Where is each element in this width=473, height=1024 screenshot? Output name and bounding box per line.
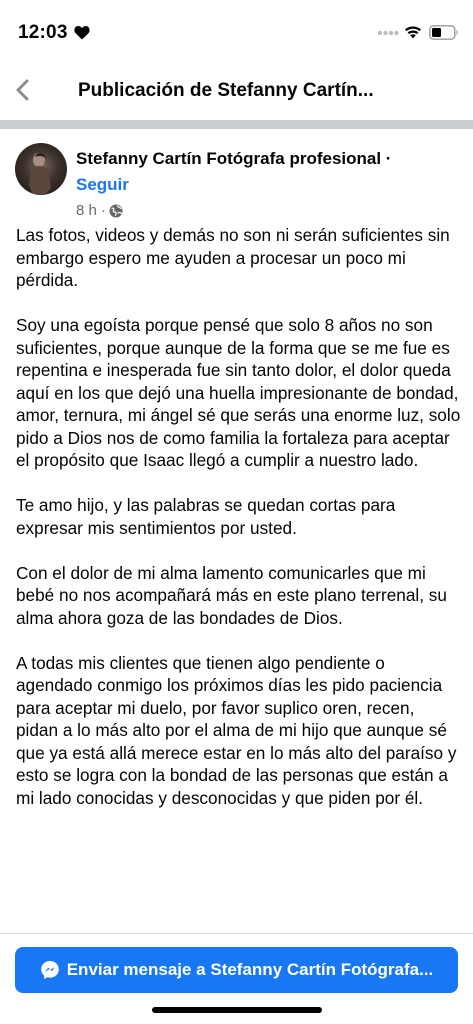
avatar[interactable] [15, 143, 67, 195]
bottom-divider [0, 933, 473, 934]
post-meta: 8 h · [76, 202, 123, 219]
follow-button[interactable]: Seguir [76, 175, 129, 195]
heart-icon [74, 25, 90, 40]
page-title: Publicación de Stefanny Cartín... [78, 80, 374, 101]
messenger-icon [40, 961, 59, 979]
bottom-action-area: Enviar mensaje a Stefanny Cartín Fotógra… [0, 933, 473, 1024]
globe-icon [109, 204, 123, 217]
back-button[interactable] [10, 74, 36, 106]
post-paragraph: Con el dolor de mi alma lamento comunica… [16, 562, 447, 628]
send-message-label: Enviar mensaje a Stefanny Cartín Fotógra… [66, 960, 434, 979]
post-text: Las fotos, videos y demás no son ni será… [16, 224, 461, 832]
post-paragraph: Soy una egoísta porque pensé que solo 8 … [16, 315, 461, 470]
timestamp: 8 h · [76, 202, 107, 219]
author-name[interactable]: Stefanny Cartín Fotógrafa profesional · [76, 149, 391, 169]
wifi-icon [405, 26, 421, 39]
post-paragraph: A todas mis clientes que tienen algo pen… [16, 652, 457, 808]
battery-icon [429, 25, 458, 40]
signal-icon [377, 30, 399, 36]
post: Stefanny Cartín Fotógrafa profesional · … [0, 129, 473, 933]
home-indicator [152, 1007, 322, 1013]
send-message-button[interactable]: Enviar mensaje a Stefanny Cartín Fotógra… [15, 947, 458, 993]
post-paragraph: Te amo hijo, y las palabras se quedan co… [16, 495, 396, 538]
navigation-bar: Publicación de Stefanny Cartín... [0, 58, 473, 120]
post-paragraph: Las fotos, videos y demás no son ni será… [16, 225, 450, 290]
status-time: 12:03 [18, 22, 68, 43]
section-divider [0, 120, 473, 129]
status-bar: 12:03 [0, 0, 473, 58]
